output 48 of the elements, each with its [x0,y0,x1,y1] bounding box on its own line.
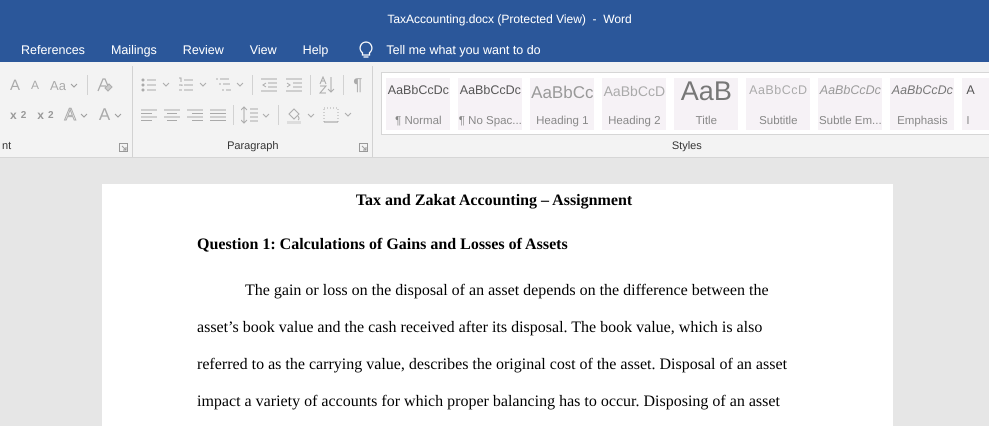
style-tile[interactable]: AaBbCcDc Emphasis [890,78,954,130]
text-effects-button[interactable]: A [62,105,90,125]
show-formatting-button[interactable]: ¶ [351,75,364,95]
ribbon-tab[interactable]: View [236,37,290,62]
tell-me-field[interactable]: Tell me what you want to do [355,40,545,58]
ribbon-tab[interactable]: References [8,37,98,62]
clear-formatting-icon[interactable] [94,76,113,94]
caret-icon[interactable] [80,112,88,118]
body-paragraph: The gain or loss on the disposal of an asset depends on the difference between the asset’s book value and the cash received after its disposal. The book value, which is also referred to as the carrying value, describes the original cost of the asset. Disposal of an asset impact a variety of accounts for which proper balancing has to occur. Disposing of an asset [197,281,788,412]
lightbulb-icon [359,40,374,58]
line-spacing-icon[interactable] [241,106,272,124]
group-label: Styles [672,140,702,152]
style-tile[interactable]: AaBbCcDc ¶ Normal [386,78,450,130]
window-title: TaxAccounting.docx (Protected View) - Word [387,12,632,26]
numbered-list-icon[interactable] [178,77,208,93]
decrease-indent-icon[interactable] [260,78,278,92]
increase-indent-icon[interactable] [285,78,304,92]
style-tile[interactable]: A I [962,78,989,130]
shrink-font-button[interactable]: A [29,78,42,92]
multilevel-list-icon[interactable] [215,77,246,93]
change-case-button[interactable]: Aa [48,78,80,92]
ribbon-tab[interactable]: Mailings [98,37,170,62]
bullet-list-icon[interactable] [141,77,172,93]
align-left-icon[interactable] [141,108,158,122]
dialog-launcher-icon[interactable] [359,143,368,152]
dialog-launcher-icon[interactable] [119,143,128,152]
ribbon-tab[interactable]: Review [170,37,237,62]
section-heading: Question 1: Calculations of Gains and Losses of Assets [197,236,569,254]
group-label: Paragraph [227,140,278,152]
ribbon-tab[interactable]: Help [290,37,342,62]
justify-icon[interactable] [210,108,226,122]
style-tile[interactable]: AaBbCc Heading 1 [530,78,594,130]
document-title: Tax and Zakat Accounting – Assignment [354,192,634,210]
align-center-icon[interactable] [164,108,180,122]
style-tile[interactable]: AaBbCcD Subtitle [746,78,810,130]
group-label: nt [2,140,12,152]
shading-icon[interactable] [286,106,316,124]
borders-icon[interactable] [323,107,354,123]
style-tile[interactable]: AaBbCcDc ¶ No Spac... [458,78,522,130]
style-tile[interactable]: AaBbCcD Heading 2 [602,78,666,130]
style-tile[interactable]: AaB Title [674,78,738,130]
grow-font-button[interactable]: A [8,76,22,94]
sort-icon[interactable] [318,76,336,94]
font-color-button[interactable]: A [96,105,124,125]
caret-icon[interactable] [70,82,78,88]
style-tile[interactable]: AaBbCcDc Subtle Em... [818,78,882,130]
align-right-icon[interactable] [187,108,204,122]
caret-icon[interactable] [114,112,122,118]
